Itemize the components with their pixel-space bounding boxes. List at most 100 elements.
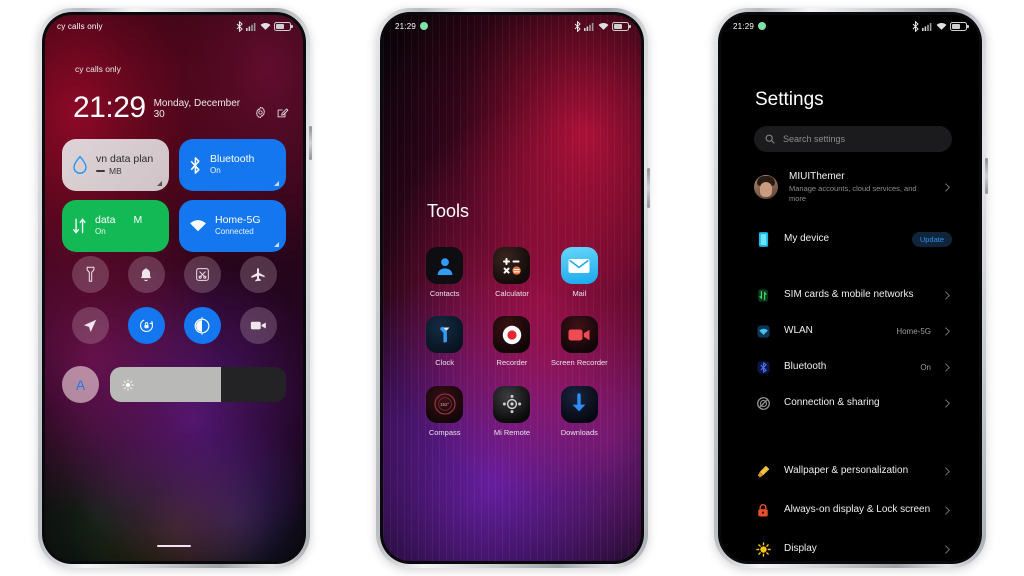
phone-right-screen: 21:29 Settings Search settings MIUITheme…	[721, 15, 979, 561]
app-label: Mail	[572, 289, 587, 298]
downloads-icon	[572, 393, 586, 412]
avatar	[754, 175, 778, 200]
flashlight-icon	[86, 266, 94, 282]
lock-clock-row: 21:29 Monday, December 30	[73, 93, 289, 123]
brightness-row: A	[62, 366, 286, 403]
tile-wlan-title: Home-5G	[215, 214, 261, 227]
update-badge[interactable]: Update	[911, 231, 952, 247]
app-label: Mi Remote	[493, 427, 531, 437]
account-row[interactable]: MIUIThemer Manage accounts, cloud servic…	[754, 170, 952, 204]
phone-device-icon	[754, 230, 772, 248]
wallpaper-brush-icon	[754, 462, 772, 480]
search-icon	[765, 134, 775, 144]
bluetooth-status-icon	[912, 20, 919, 32]
toggle-flashlight[interactable]	[71, 256, 109, 293]
settings-gear-icon[interactable]	[254, 106, 267, 119]
status-time-right: 21:29	[733, 21, 755, 31]
chevron-right-icon	[945, 505, 951, 515]
toggle-screen-recorder[interactable]	[239, 307, 277, 344]
wifi-status-icon	[936, 22, 947, 30]
tile-expand-corner[interactable]	[274, 242, 279, 247]
app-recorder[interactable]: Recorder	[479, 316, 545, 367]
mi-remote-icon	[502, 395, 522, 414]
home-indicator[interactable]	[157, 544, 191, 547]
tile-bluetooth-title: Bluetooth	[210, 153, 255, 166]
setting-row-display[interactable]: Display	[754, 531, 952, 561]
screenshot-canvas: cy calls only 21:29 Monday, December 30	[0, 0, 1024, 576]
app-contacts[interactable]: Contacts	[412, 247, 478, 298]
search-placeholder: Search settings	[783, 134, 846, 144]
contrast-circle-icon	[194, 316, 210, 335]
app-label: Screen Recorder	[550, 358, 608, 368]
setting-row-always-on-display[interactable]: Always-on display & Lock screen	[754, 489, 952, 531]
app-calculator[interactable]: Calculator	[479, 247, 545, 298]
setting-row-sim-cards[interactable]: SIM cards & mobile networks	[754, 277, 952, 313]
mail-icon	[568, 258, 590, 273]
toggle-location[interactable]	[71, 307, 109, 344]
phone-left-screen: cy calls only 21:29 Monday, December 30	[45, 15, 303, 561]
app-label: Calculator	[495, 289, 529, 298]
app-label: Recorder	[496, 358, 528, 368]
tile-expand-corner[interactable]	[274, 181, 279, 186]
tile-mobile-data[interactable]: data M On	[62, 200, 169, 252]
signal-bars-icon	[584, 22, 594, 31]
data-arrows-icon	[73, 218, 86, 234]
tile-data-plan[interactable]: vn data plan MB	[62, 139, 169, 191]
water-drop-icon	[73, 155, 87, 174]
status-bar-left: cy calls only	[45, 15, 303, 37]
account-name: MIUIThemer	[789, 171, 845, 182]
setting-label: Wallpaper & personalization	[784, 464, 909, 476]
phone-middle-screen: 21:29 Tools Contacts Calculator Mail Clo…	[383, 15, 641, 561]
page-title: Settings	[755, 89, 824, 110]
toggle-screenshot[interactable]	[183, 256, 221, 293]
setting-row-my-device[interactable]: My device Update	[754, 221, 952, 257]
auto-brightness-button[interactable]: A	[62, 366, 99, 403]
chevron-right-icon	[945, 326, 951, 336]
app-clock[interactable]: Clock	[412, 316, 478, 367]
tile-mobile-data-title-extra: M	[133, 214, 143, 227]
tile-expand-corner[interactable]	[157, 181, 162, 186]
bluetooth-icon	[190, 156, 200, 174]
airplane-icon	[251, 267, 265, 281]
edit-note-icon[interactable]	[276, 106, 289, 119]
app-downloads[interactable]: Downloads	[546, 385, 612, 437]
setting-row-connection-sharing[interactable]: Connection & sharing	[754, 385, 952, 421]
tile-wlan[interactable]: Home-5G Connected	[179, 200, 286, 252]
chevron-right-icon	[945, 183, 951, 192]
setting-label: SIM cards & mobile networks	[784, 288, 914, 300]
screen-recorder-icon	[568, 329, 590, 341]
auto-brightness-label: A	[75, 376, 86, 393]
battery-status-icon	[950, 21, 969, 31]
chevron-right-icon	[945, 290, 951, 300]
app-screen-recorder[interactable]: Screen Recorder	[546, 316, 612, 367]
connectivity-group: SIM cards & mobile networks WLAN Home-5G	[754, 277, 952, 421]
toggle-airplane[interactable]	[239, 256, 277, 293]
brightness-slider[interactable]	[110, 367, 286, 402]
sun-icon	[122, 378, 134, 391]
setting-row-bluetooth[interactable]: Bluetooth On	[754, 349, 952, 385]
toggle-ringer[interactable]	[127, 256, 165, 293]
setting-label: Display	[784, 542, 817, 554]
tile-bluetooth[interactable]: Bluetooth On	[179, 139, 286, 191]
search-settings-input[interactable]: Search settings	[754, 126, 952, 152]
setting-row-wallpaper[interactable]: Wallpaper & personalization	[754, 453, 952, 489]
app-label: Compass	[428, 427, 461, 437]
tile-bluetooth-sub: On	[210, 165, 221, 175]
brightness-sun-icon	[754, 540, 772, 558]
tile-data-plan-title: vn data plan	[96, 152, 154, 165]
setting-value: On	[920, 362, 931, 372]
camera-punch-hole-icon	[420, 22, 429, 30]
recorder-icon	[502, 325, 522, 345]
app-mi-remote[interactable]: Mi Remote	[479, 385, 545, 437]
phone-right-settings: 21:29 Settings Search settings MIUITheme…	[714, 8, 988, 568]
setting-label: My device	[784, 232, 830, 244]
app-compass[interactable]: 152° Compass	[412, 385, 478, 437]
carrier-text: cy calls only	[75, 64, 121, 74]
toggle-auto-rotate[interactable]	[127, 307, 165, 344]
battery-status-icon	[274, 21, 293, 31]
setting-label: Bluetooth	[784, 360, 827, 372]
toggle-dark-mode[interactable]	[183, 307, 221, 344]
setting-row-wlan[interactable]: WLAN Home-5G	[754, 313, 952, 349]
rotate-lock-icon	[139, 318, 153, 333]
app-mail[interactable]: Mail	[546, 247, 612, 298]
